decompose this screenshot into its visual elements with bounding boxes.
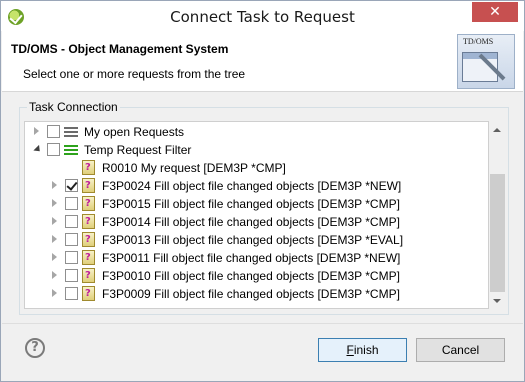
finish-label: inish bbox=[353, 343, 379, 357]
scroll-up-arrow-icon[interactable] bbox=[493, 128, 501, 132]
tree-item-checkbox[interactable] bbox=[65, 233, 78, 246]
tree-item[interactable]: F3P0015 Fill object file changed objects… bbox=[25, 195, 472, 213]
tree-item[interactable]: F3P0014 Fill object file changed objects… bbox=[25, 213, 472, 231]
tree-item-label: F3P0015 Fill object file changed objects… bbox=[102, 197, 400, 211]
tree-item-checkbox[interactable] bbox=[65, 215, 78, 228]
tree-item-label: F3P0013 Fill object file changed objects… bbox=[102, 233, 404, 247]
help-button[interactable]: ? bbox=[25, 338, 45, 358]
request-tree[interactable]: My open Requests Temp Request Filter R0010… bbox=[24, 121, 489, 309]
tree-item-checkbox[interactable] bbox=[65, 251, 78, 264]
banner-title: TD/OMS - Object Management System bbox=[11, 42, 229, 56]
tree-item[interactable]: Temp Request Filter bbox=[25, 141, 472, 159]
group-legend: Task Connection bbox=[27, 100, 120, 114]
filter-icon bbox=[64, 124, 80, 140]
collapsed-arrow-icon[interactable] bbox=[52, 289, 57, 297]
banner-image-label: TD/OMS bbox=[463, 37, 494, 46]
scroll-thumb[interactable] bbox=[490, 174, 505, 292]
tree-item-checkbox[interactable] bbox=[65, 197, 78, 210]
header-banner: TD/OMS - Object Management System Select… bbox=[2, 31, 523, 92]
request-icon bbox=[82, 250, 95, 265]
tree-item[interactable]: F3P0024 Fill object file changed objects… bbox=[25, 177, 472, 195]
request-icon bbox=[82, 268, 95, 283]
cancel-button[interactable]: Cancel bbox=[416, 338, 505, 362]
dialog-window: Connect Task to Request ✕ TD/OMS - Objec… bbox=[0, 0, 525, 382]
tree-item-label: F3P0011 Fill object file changed objects… bbox=[102, 251, 401, 265]
collapsed-arrow-icon[interactable] bbox=[52, 199, 57, 207]
banner-description: Select one or more requests from the tre… bbox=[23, 67, 246, 81]
request-icon bbox=[82, 214, 95, 229]
request-icon bbox=[82, 196, 95, 211]
tree-item-checkbox[interactable] bbox=[65, 269, 78, 282]
tree-item-checkbox[interactable] bbox=[65, 179, 78, 192]
finish-mnemonic: F bbox=[346, 343, 354, 357]
wizard-banner-icon: TD/OMS bbox=[457, 34, 515, 89]
collapsed-arrow-icon[interactable] bbox=[52, 253, 57, 261]
close-button[interactable]: ✕ bbox=[472, 2, 518, 22]
footer-separator bbox=[2, 323, 523, 324]
filter-icon-green bbox=[64, 142, 80, 158]
tree-item[interactable]: R0010 My request [DEM3P *CMP] bbox=[25, 159, 472, 177]
tree-item-label: My open Requests bbox=[84, 125, 185, 139]
tree-item-label: F3P0024 Fill object file changed objects… bbox=[102, 179, 402, 193]
request-icon bbox=[82, 232, 95, 247]
tree-item-label: F3P0010 Fill object file changed objects… bbox=[102, 269, 400, 283]
collapsed-arrow-icon[interactable] bbox=[52, 235, 57, 243]
scroll-down-arrow-icon[interactable] bbox=[493, 299, 501, 303]
collapsed-arrow-icon[interactable] bbox=[52, 271, 57, 279]
window-title: Connect Task to Request bbox=[170, 8, 355, 26]
collapsed-arrow-icon[interactable] bbox=[34, 127, 39, 135]
tree-item-checkbox[interactable] bbox=[65, 287, 78, 300]
request-icon bbox=[82, 178, 95, 193]
tree-item[interactable]: F3P0011 Fill object file changed objects… bbox=[25, 249, 472, 267]
tree-item-label: F3P0009 Fill object file changed objects… bbox=[102, 287, 400, 301]
request-icon bbox=[82, 160, 95, 175]
tree-item[interactable]: F3P0010 Fill object file changed objects… bbox=[25, 267, 472, 285]
tree-item[interactable]: F3P0009 Fill object file changed objects… bbox=[25, 285, 472, 303]
expanded-arrow-icon[interactable] bbox=[33, 144, 43, 155]
tree-item-checkbox[interactable] bbox=[47, 143, 60, 156]
title-bar[interactable]: Connect Task to Request ✕ bbox=[1, 1, 524, 31]
finish-button[interactable]: Finish bbox=[318, 338, 407, 362]
tree-item[interactable]: My open Requests bbox=[25, 123, 472, 141]
tree-item[interactable]: F3P0013 Fill object file changed objects… bbox=[25, 231, 472, 249]
close-icon: ✕ bbox=[489, 4, 501, 20]
request-icon bbox=[82, 286, 95, 301]
tree-scrollbar[interactable] bbox=[489, 122, 506, 309]
tree-item-label: F3P0014 Fill object file changed objects… bbox=[102, 215, 400, 229]
collapsed-arrow-icon[interactable] bbox=[52, 217, 57, 225]
tree-item-checkbox[interactable] bbox=[47, 125, 60, 138]
tree-item-label: R0010 My request [DEM3P *CMP] bbox=[102, 161, 286, 175]
tree-item-label: Temp Request Filter bbox=[84, 143, 192, 157]
collapsed-arrow-icon[interactable] bbox=[52, 181, 57, 189]
